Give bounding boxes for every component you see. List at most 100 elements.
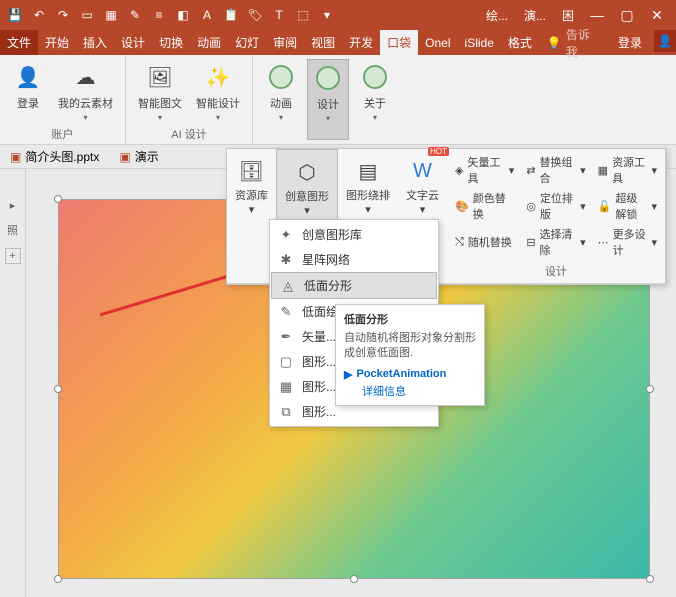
menu-shape-a-label: 图形...: [302, 353, 336, 370]
ai-group-label: AI 设计: [134, 124, 244, 142]
smart-design-label: 智能设计: [196, 95, 240, 111]
random-replace-link[interactable]: ⤭随机替换: [453, 225, 516, 259]
user-avatar-icon[interactable]: 👤: [654, 30, 676, 52]
tab-pocket[interactable]: 口袋: [380, 30, 418, 55]
vector-tools-link[interactable]: ◈矢量工具▾: [453, 153, 516, 187]
cloud-material-button[interactable]: ☁ 我的云素材 ▾: [54, 59, 117, 124]
qat-dropdown-icon[interactable]: ▾: [316, 4, 338, 26]
resize-handle-ml[interactable]: [54, 385, 62, 393]
ppt-icon: ▣: [10, 150, 21, 164]
user-icon: 👤: [12, 61, 44, 93]
grid-icon[interactable]: ▦: [100, 4, 122, 26]
tab-developer[interactable]: 开发: [342, 30, 380, 55]
shuffle-icon: ⤭: [455, 236, 464, 249]
login-ribbon-label: 登录: [17, 95, 39, 111]
tab-insert[interactable]: 插入: [76, 30, 114, 55]
tab-onel[interactable]: Onel: [418, 30, 457, 55]
resize-handle-br[interactable]: [646, 575, 654, 583]
resource-lib-label: 资源库: [235, 187, 268, 203]
menu-shape-b-label: 图形...: [302, 378, 336, 395]
group-icon[interactable]: ⬚: [292, 4, 314, 26]
text-icon[interactable]: T: [268, 4, 290, 26]
hot-badge: HOT: [428, 147, 449, 156]
ribbon-group-design: 动画 ▾ 设计 ▾ 关于 ▾: [253, 55, 403, 144]
paste-icon[interactable]: 📋: [220, 4, 242, 26]
doc-tab-1[interactable]: ▣ 简介头图.pptx: [4, 146, 105, 167]
doc-tab-2-label: 演示: [135, 148, 159, 165]
quick-access-toolbar: 💾 ↶ ↷ ▭ ▦ ✎ ≡ ◧ A 📋 🏷 T ⬚ ▾: [4, 4, 478, 26]
chevron-down-icon: ▾: [420, 203, 426, 216]
text-wrap-label: 图形绕排: [346, 187, 390, 203]
resize-handle-bm[interactable]: [350, 575, 358, 583]
cloud-material-label: 我的云素材: [58, 95, 113, 111]
doc-tab-2[interactable]: ▣ 演示: [113, 146, 164, 167]
design-icon: ✨: [202, 61, 234, 93]
wrap-icon: ▤: [352, 155, 384, 187]
chevron-down-icon: ▾: [651, 200, 657, 213]
star-icon: ✦: [278, 227, 294, 243]
more-icon: ⋯: [598, 236, 609, 249]
anim-button[interactable]: 动画 ▾: [261, 59, 301, 140]
super-unlock-link[interactable]: 🔓超级解锁▾: [596, 189, 659, 223]
login-button[interactable]: 登录: [610, 30, 650, 55]
select-clear-link[interactable]: ⊟选择清除▾: [524, 225, 587, 259]
tab-transition[interactable]: 切换: [152, 30, 190, 55]
grid-icon: ▦: [598, 164, 608, 177]
brush-icon[interactable]: ✎: [124, 4, 146, 26]
tag-icon[interactable]: 🏷: [244, 4, 266, 26]
circle-icon: [359, 61, 391, 93]
tab-animation[interactable]: 动画: [190, 30, 228, 55]
chevron-down-icon: ▾: [83, 113, 87, 122]
fill-icon[interactable]: ◧: [172, 4, 194, 26]
menu-shape-lib[interactable]: ✦创意图形库: [270, 222, 438, 247]
new-slide-icon[interactable]: ▭: [76, 4, 98, 26]
tab-file[interactable]: 文件: [0, 30, 38, 55]
color-replace-link[interactable]: 🎨颜色替换: [453, 189, 516, 223]
resize-handle-mr[interactable]: [646, 385, 654, 393]
resource-tools-link[interactable]: ▦资源工具▾: [596, 153, 659, 187]
chevron-down-icon: ▾: [326, 114, 330, 123]
resize-handle-bl[interactable]: [54, 575, 62, 583]
tab-home[interactable]: 开始: [38, 30, 76, 55]
restore-icon[interactable]: ▢: [612, 0, 642, 30]
tab-islide[interactable]: iSlide: [458, 30, 501, 55]
menu-lowpoly[interactable]: ◬低面分形: [271, 272, 437, 299]
undo-icon[interactable]: ↶: [28, 4, 50, 26]
menu-star-matrix[interactable]: ✱星阵网络: [270, 247, 438, 272]
tooltip-more-link[interactable]: 详细信息: [344, 383, 476, 399]
add-icon[interactable]: +: [5, 248, 21, 264]
tab-view[interactable]: 视图: [304, 30, 342, 55]
tab-review[interactable]: 审阅: [266, 30, 304, 55]
about-button[interactable]: 关于 ▾: [355, 59, 395, 140]
ppt-icon: ▣: [119, 150, 130, 164]
smart-graphic-button[interactable]: 🖼 智能图文 ▾: [134, 59, 186, 124]
smart-design-button[interactable]: ✨ 智能设计 ▾: [192, 59, 244, 124]
menu-vector-label: 矢量...: [302, 328, 336, 345]
more-design-link[interactable]: ⋯更多设计▾: [596, 225, 659, 259]
bullet-icon[interactable]: ≡: [148, 4, 170, 26]
save-icon[interactable]: 💾: [4, 4, 26, 26]
panel-toggle-icon[interactable]: ▸: [10, 199, 16, 212]
creative-shape-label: 创意图形: [285, 188, 329, 204]
menu-shape-c-label: 图形...: [302, 403, 336, 420]
menu-lowpoly-label: 低面分形: [304, 277, 352, 294]
tooltip-body: 自动随机将图形对象分割形成创意低面图.: [344, 331, 476, 362]
tab-slideshow[interactable]: 幻灯: [228, 30, 266, 55]
replace-combo-link[interactable]: ⇄替换组合▾: [524, 153, 587, 187]
tab-design[interactable]: 设计: [114, 30, 152, 55]
tooltip-link-label: PocketAnimation: [356, 368, 446, 380]
layout-link[interactable]: ◎定位排版▾: [524, 189, 587, 223]
tell-me-search[interactable]: 💡 告诉我...: [539, 30, 610, 55]
replace-combo-label: 替换组合: [540, 154, 577, 186]
tooltip-link[interactable]: ▶PocketAnimation: [344, 368, 476, 381]
menu-star-matrix-label: 星阵网络: [302, 251, 350, 268]
font-color-icon[interactable]: A: [196, 4, 218, 26]
close-icon[interactable]: ✕: [642, 0, 672, 30]
login-ribbon-button[interactable]: 👤 登录: [8, 59, 48, 124]
redo-icon[interactable]: ↷: [52, 4, 74, 26]
chevron-down-icon: ▾: [249, 203, 255, 216]
chevron-down-icon: ▾: [509, 164, 515, 177]
resize-handle-tl[interactable]: [54, 195, 62, 203]
design-button[interactable]: 设计 ▾: [307, 59, 349, 140]
tab-format[interactable]: 格式: [501, 30, 539, 55]
